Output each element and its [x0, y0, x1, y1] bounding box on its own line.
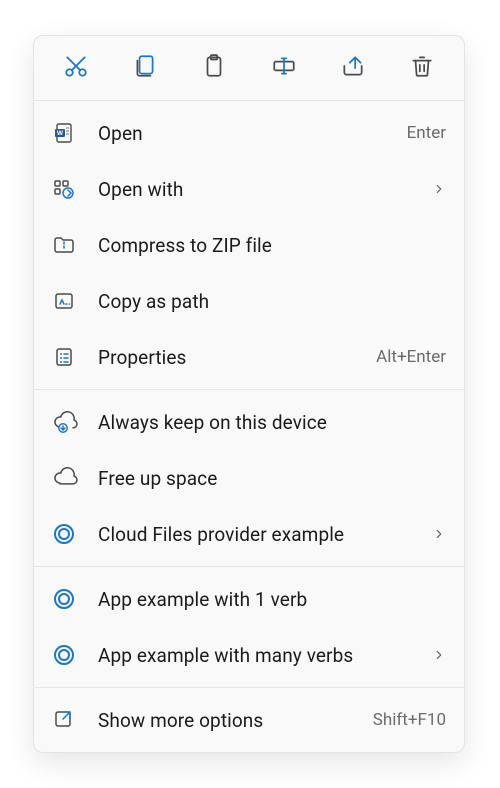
copy-button[interactable]	[131, 54, 159, 82]
rename-icon	[271, 53, 297, 83]
menu-item-free-up-space[interactable]: Free up space	[34, 450, 464, 506]
menu-item-cloud-provider[interactable]: Cloud Files provider example	[34, 506, 464, 562]
menu-item-compress-zip[interactable]: Compress to ZIP file	[34, 217, 464, 273]
menu-item-label: Cloud Files provider example	[98, 523, 426, 546]
menu-item-shortcut: Enter	[407, 123, 446, 143]
menu-item-label: Show more options	[98, 709, 373, 732]
copy-path-icon	[52, 289, 98, 313]
menu-item-app-many-verbs[interactable]: App example with many verbs	[34, 627, 464, 683]
menu-item-label: Properties	[98, 346, 376, 369]
menu-section: Show more options Shift+F10	[34, 688, 464, 752]
menu-item-label: Free up space	[98, 467, 426, 490]
cloud-free-icon	[52, 466, 98, 490]
menu-item-copy-as-path[interactable]: Copy as path	[34, 273, 464, 329]
open-with-icon	[52, 177, 98, 201]
menu-item-always-keep[interactable]: Always keep on this device	[34, 394, 464, 450]
cloud-keep-icon	[52, 410, 98, 434]
chevron-right-icon	[426, 182, 446, 196]
menu-section: App example with 1 verb App example with…	[34, 567, 464, 687]
menu-item-open[interactable]: W Open Enter	[34, 105, 464, 161]
chevron-right-icon	[426, 527, 446, 541]
toolbar-row	[34, 36, 464, 101]
menu-item-label: Copy as path	[98, 290, 426, 313]
menu-section: W Open Enter Open with	[34, 101, 464, 389]
menu-item-label: Always keep on this device	[98, 411, 426, 434]
zip-icon	[52, 233, 98, 257]
cut-icon	[63, 53, 89, 83]
menu-item-label: Compress to ZIP file	[98, 234, 426, 257]
rename-button[interactable]	[270, 54, 298, 82]
menu-item-shortcut: Alt+Enter	[376, 347, 446, 367]
share-icon	[340, 53, 366, 83]
cloud-app-icon	[52, 522, 98, 546]
svg-text:W: W	[57, 130, 64, 137]
menu-item-open-with[interactable]: Open with	[34, 161, 464, 217]
delete-icon	[409, 53, 435, 83]
menu-item-label: App example with many verbs	[98, 644, 426, 667]
show-more-icon	[52, 708, 98, 732]
share-button[interactable]	[339, 54, 367, 82]
paste-icon	[201, 53, 227, 83]
menu-section: Always keep on this device Free up space…	[34, 390, 464, 566]
menu-item-app-1-verb[interactable]: App example with 1 verb	[34, 571, 464, 627]
menu-item-show-more[interactable]: Show more options Shift+F10	[34, 692, 464, 748]
word-doc-icon: W	[52, 121, 98, 145]
menu-item-label: App example with 1 verb	[98, 588, 426, 611]
chevron-right-icon	[426, 648, 446, 662]
menu-item-shortcut: Shift+F10	[373, 710, 446, 730]
cloud-app-icon	[52, 643, 98, 667]
menu-item-label: Open with	[98, 178, 426, 201]
copy-icon	[132, 53, 158, 83]
paste-button[interactable]	[200, 54, 228, 82]
properties-icon	[52, 345, 98, 369]
menu-item-label: Open	[98, 122, 407, 145]
cut-button[interactable]	[62, 54, 90, 82]
delete-button[interactable]	[408, 54, 436, 82]
cloud-app-icon	[52, 587, 98, 611]
context-menu: W Open Enter Open with	[33, 35, 465, 753]
menu-item-properties[interactable]: Properties Alt+Enter	[34, 329, 464, 385]
